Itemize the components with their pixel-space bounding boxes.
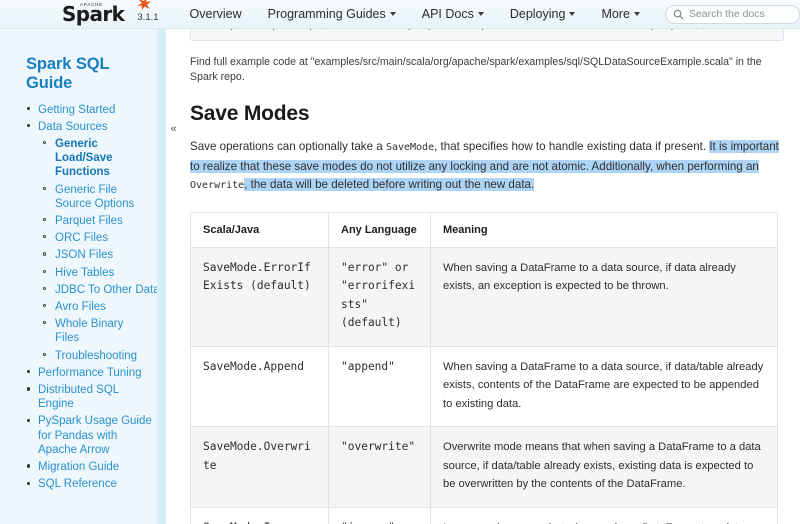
top-navbar: APACHE Spark 3.1.1 Overview Programming … — [0, 0, 800, 29]
code-snippet-text: val sqlDF = spark.sql("SELECT * FROM par… — [199, 29, 707, 32]
cell-scala-java: SaveMode.Overwrite — [190, 426, 329, 508]
nav-label: API Docs — [421, 7, 474, 21]
sidebar-item-label: Generic File Source Options — [55, 183, 135, 210]
nav-item-api-docs[interactable]: API Docs — [409, 7, 497, 21]
cell-meaning: When saving a DataFrame to a data source… — [430, 346, 778, 427]
nav-item-overview[interactable]: Overview — [177, 7, 255, 21]
nav-label: More — [601, 7, 630, 21]
inline-code-savemode: SaveMode — [385, 142, 435, 153]
nav-label: Overview — [189, 7, 242, 21]
sidebar-item-label: Getting Started — [38, 103, 116, 116]
sidebar-item-label: Avro Files — [55, 300, 106, 313]
sidebar-item-label: Whole Binary Files — [55, 318, 124, 345]
sidebar-item-label: ORC Files — [55, 232, 109, 245]
sidebar-item-whole-binary-files[interactable]: Whole Binary Files — [0, 316, 157, 347]
sidebar-item-migration-guide[interactable]: Migration Guide — [0, 458, 157, 475]
nav-item-programming-guides[interactable]: Programming Guides — [255, 7, 409, 21]
example-code-caption: Find full example code at "examples/src/… — [190, 56, 762, 83]
selected-text-2: , the data will be deleted before writin… — [244, 178, 535, 191]
table-row: SaveMode.ErrorIfExists (default) "error"… — [190, 247, 778, 347]
chevron-down-icon — [477, 12, 484, 16]
cell-any-language: "error" or "errorifexists" (default) — [328, 247, 431, 347]
sidebar-item-label: Troubleshooting — [55, 349, 138, 362]
cell-scala-java: SaveMode.ErrorIfExists (default) — [190, 247, 329, 347]
cell-any-language: "ignore" — [328, 507, 431, 524]
search-icon — [673, 9, 684, 20]
nav-item-deploying[interactable]: Deploying — [497, 7, 589, 21]
table-row: SaveMode.Append "append" When saving a D… — [190, 346, 778, 427]
column-header-meaning: Meaning — [430, 212, 778, 248]
table-header-row: Scala/Java Any Language Meaning — [190, 212, 778, 248]
sidebar-item-label: Parquet Files — [55, 214, 123, 227]
sidebar-item-avro-files[interactable]: Avro Files — [0, 298, 157, 315]
sidebar-item-label: Hive Tables — [55, 266, 115, 279]
inline-code-overwrite: Overwrite — [190, 180, 245, 191]
cell-scala-java: SaveMode.Ignore — [190, 507, 329, 524]
save-modes-paragraph: Save operations can optionally take a Sa… — [190, 138, 782, 196]
sidebar-nav-list-tail: Performance Tuning Distributed SQL Engin… — [0, 364, 157, 493]
sidebar-item-label: Migration Guide — [38, 460, 120, 473]
sidebar-item-pyspark-usage-guide[interactable]: PySpark Usage Guide for Pandas with Apac… — [0, 413, 157, 459]
table-row: SaveMode.Ignore "ignore" Ignore mode mea… — [190, 507, 778, 524]
chevron-down-icon — [569, 12, 576, 16]
cell-meaning: When saving a DataFrame to a data source… — [430, 247, 778, 347]
sidebar-item-getting-started[interactable]: Getting Started — [0, 101, 157, 118]
sidebar-item-distributed-sql-engine[interactable]: Distributed SQL Engine — [0, 381, 157, 412]
sidebar-collapse-toggle[interactable]: « — [167, 120, 180, 138]
table-row: SaveMode.Overwrite "overwrite" Overwrite… — [190, 426, 778, 508]
sidebar-item-label: Generic Load/Save Functions — [55, 137, 113, 179]
nav-item-more[interactable]: More — [588, 7, 652, 21]
sidebar-item-sql-reference[interactable]: SQL Reference — [0, 476, 157, 493]
save-modes-table: Scala/Java Any Language Meaning SaveMode… — [190, 211, 778, 524]
sidebar-item-label: PySpark Usage Guide for Pandas with Apac… — [38, 415, 152, 456]
sidebar: Spark SQL Guide Getting Started Data Sou… — [0, 29, 166, 524]
cell-meaning: Overwrite mode means that when saving a … — [430, 426, 778, 508]
apache-label: APACHE — [80, 2, 103, 7]
sidebar-item-troubleshooting[interactable]: Troubleshooting — [0, 347, 157, 364]
sidebar-item-performance-tuning[interactable]: Performance Tuning — [0, 364, 157, 381]
nav-label: Deploying — [509, 7, 566, 21]
sidebar-item-label: SQL Reference — [38, 478, 117, 491]
search-placeholder: Search the docs — [688, 8, 765, 20]
cell-scala-java: SaveMode.Append — [190, 346, 329, 427]
sidebar-item-label: JSON Files — [55, 249, 114, 262]
paragraph-part1: Save operations can optionally take a — [190, 140, 386, 153]
sidebar-item-parquet-files[interactable]: Parquet Files — [0, 212, 157, 229]
page-title: Save Modes — [190, 102, 310, 125]
spark-wordmark: APACHE Spark — [62, 0, 152, 24]
sidebar-item-hive-tables[interactable]: Hive Tables — [0, 264, 157, 281]
cell-any-language: "append" — [328, 346, 431, 427]
column-header-scala-java: Scala/Java — [190, 212, 329, 248]
sidebar-sublist-data-sources: Generic Load/Save Functions Generic File… — [0, 135, 157, 364]
sidebar-item-json-files[interactable]: JSON Files — [0, 247, 157, 264]
sidebar-nav-list: Getting Started Data Sources — [0, 101, 157, 135]
cell-any-language: "overwrite" — [328, 426, 431, 508]
sidebar-item-generic-load-save-functions[interactable]: Generic Load/Save Functions — [0, 135, 157, 181]
sidebar-item-jdbc-to-other-databases[interactable]: JDBC To Other Databases — [0, 281, 157, 298]
nav-label: Programming Guides — [267, 7, 386, 21]
spark-brand-logo[interactable]: APACHE Spark 3.1.1 — [62, 0, 159, 24]
sidebar-item-label: JDBC To Other Databases — [55, 283, 157, 296]
spark-version: 3.1.1 — [137, 12, 159, 23]
sidebar-item-label: Data Sources — [38, 120, 108, 133]
column-header-any-language: Any Language — [328, 212, 431, 248]
code-block: val sqlDF = spark.sql("SELECT * FROM par… — [190, 29, 784, 41]
sidebar-item-orc-files[interactable]: ORC Files — [0, 230, 157, 247]
sidebar-item-label: Distributed SQL Engine — [38, 383, 119, 411]
navbar-menu: Overview Programming Guides API Docs Dep… — [177, 7, 653, 21]
sidebar-title: Spark SQL Guide — [26, 55, 110, 92]
search-input[interactable]: Search the docs — [664, 4, 800, 24]
sidebar-item-label: Performance Tuning — [38, 366, 142, 379]
chevron-down-icon — [633, 12, 640, 16]
chevron-down-icon — [389, 12, 396, 16]
paragraph-part2: , that specifies how to handle existing … — [434, 140, 710, 153]
sidebar-item-generic-file-source-options[interactable]: Generic File Source Options — [0, 181, 157, 212]
cell-meaning: Ignore mode means that when saving a Dat… — [431, 507, 778, 524]
main-content: val sqlDF = spark.sql("SELECT * FROM par… — [175, 29, 800, 524]
sidebar-item-data-sources[interactable]: Data Sources — [0, 118, 157, 135]
